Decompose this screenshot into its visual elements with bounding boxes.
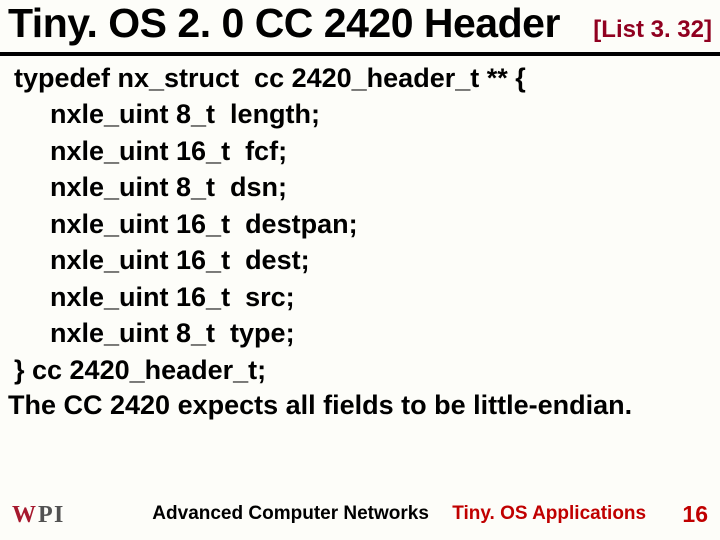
code-line: nxle_uint 16_t destpan;	[14, 206, 710, 242]
code-line: nxle_uint 8_t type;	[14, 315, 710, 351]
code-line: nxle_uint 8_t length;	[14, 96, 710, 132]
code-line: nxle_uint 8_t dsn;	[14, 169, 710, 205]
footer-course: Advanced Computer Networks	[152, 503, 429, 524]
slide-header: Tiny. OS 2. 0 CC 2420 Header [List 3. 32…	[0, 0, 720, 56]
code-line: } cc 2420_header_t;	[14, 352, 710, 388]
svg-text:I: I	[54, 502, 63, 528]
list-reference: [List 3. 32]	[593, 16, 712, 48]
code-line: nxle_uint 16_t dest;	[14, 242, 710, 278]
code-line: nxle_uint 16_t fcf;	[14, 133, 710, 169]
svg-text:P: P	[38, 502, 53, 528]
code-block: typedef nx_struct cc 2420_header_t ** { …	[0, 56, 720, 388]
slide-note: The CC 2420 expects all fields to be lit…	[0, 388, 720, 421]
code-line: nxle_uint 16_t src;	[14, 279, 710, 315]
svg-text:W: W	[12, 502, 36, 528]
footer-topic: Tiny. OS Applications	[452, 503, 646, 524]
page-number: 16	[682, 501, 708, 528]
slide-footer: W P I Advanced Computer Networks Tiny. O…	[0, 500, 720, 528]
code-line: typedef nx_struct cc 2420_header_t ** {	[14, 60, 710, 96]
slide-title: Tiny. OS 2. 0 CC 2420 Header	[8, 0, 593, 47]
wpi-logo: W P I	[12, 500, 76, 528]
footer-text: Advanced Computer Networks Tiny. OS Appl…	[116, 503, 682, 525]
